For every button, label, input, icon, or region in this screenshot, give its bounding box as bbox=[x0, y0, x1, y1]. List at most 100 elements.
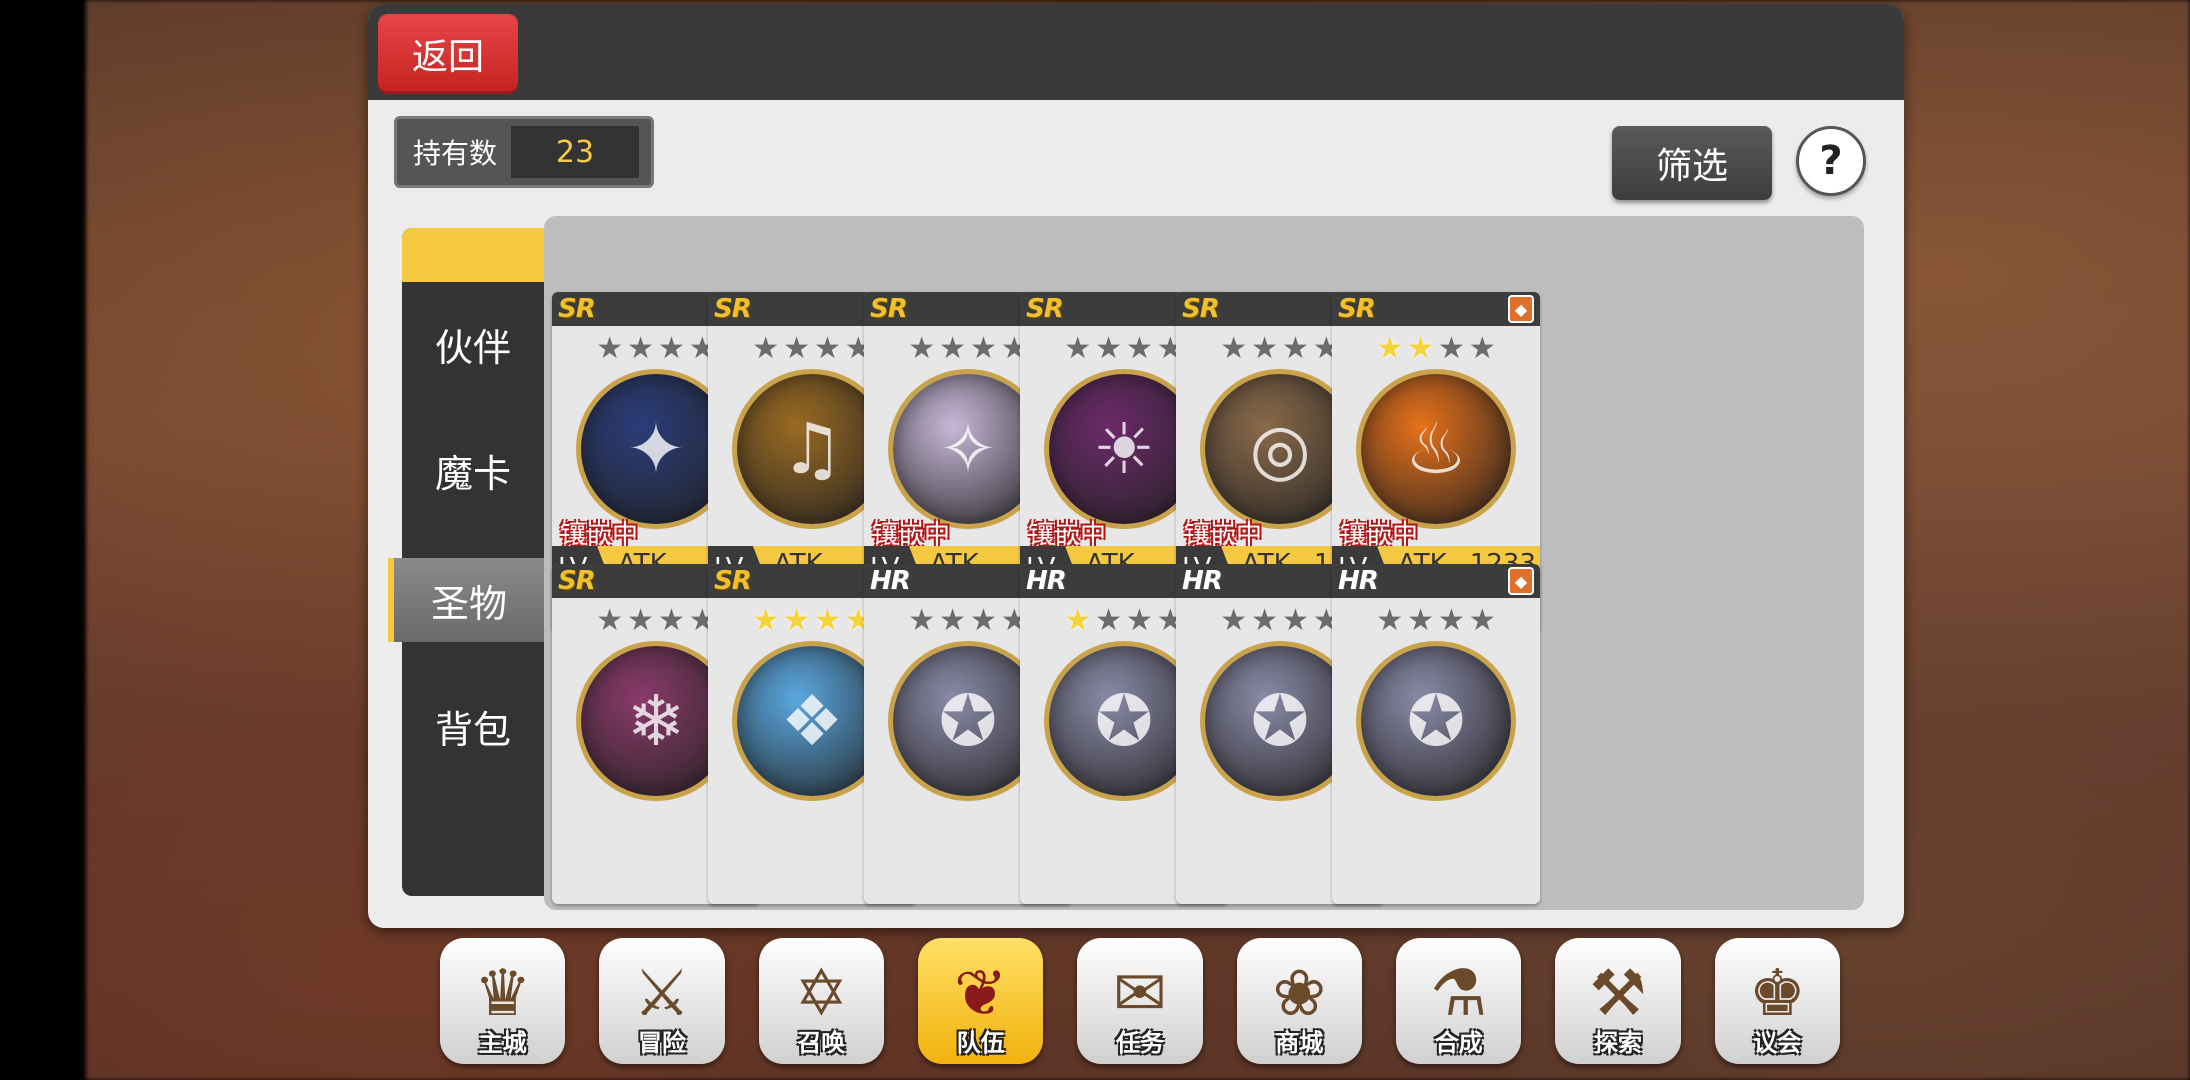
nav-label: 议会 bbox=[1753, 1029, 1802, 1057]
team-emblem-icon: ❦ bbox=[953, 957, 1008, 1031]
tab-partners[interactable]: 伙伴 bbox=[402, 302, 544, 386]
star-rating: ★ ★ ★ ★ bbox=[1332, 332, 1540, 366]
relic-emblem-icon: ✪ bbox=[1361, 646, 1511, 796]
star-icon: ★ bbox=[1126, 331, 1153, 366]
relic-artwork: ♨ bbox=[1346, 364, 1526, 534]
star-icon: ★ bbox=[908, 331, 936, 366]
star-icon: ★ bbox=[627, 331, 654, 366]
bottom-nav-bar: ♛ 主城 ⚔ 冒险 ✡ 召唤 ❦ 队伍 ✉ 任务 ❀ 商城 ⚗ 合成 ⚒ 探索 ♚ 议会 bbox=[440, 938, 1840, 1068]
star-icon: ★ bbox=[752, 603, 780, 638]
top-bar: 返回 bbox=[368, 4, 1904, 100]
star-icon: ★ bbox=[1282, 603, 1309, 638]
relic-inventory-panel: 返回 持有数 23 筛选 ? 伙伴 魔卡 圣物 背包 SR◆★★★★✦镶嵌中AT… bbox=[368, 4, 1904, 928]
rarity-badge: SR bbox=[714, 294, 752, 324]
side-tab-accent bbox=[402, 228, 544, 282]
rarity-badge: SR bbox=[1182, 294, 1220, 324]
council-crest-icon: ♚ bbox=[1748, 957, 1806, 1031]
rarity-badge: SR bbox=[870, 294, 908, 324]
nav-button-potion[interactable]: ⚗ 合成 bbox=[1395, 938, 1522, 1064]
star-icon: ★ bbox=[658, 331, 685, 366]
rarity-badge: HR bbox=[1338, 566, 1379, 596]
nav-button-summon-card[interactable]: ✡ 召唤 bbox=[758, 938, 884, 1064]
star-icon: ★ bbox=[939, 331, 966, 366]
nav-button-castle[interactable]: ♛ 主城 bbox=[440, 938, 566, 1064]
star-icon: ★ bbox=[783, 603, 810, 638]
star-icon: ★ bbox=[596, 331, 624, 366]
star-icon: ★ bbox=[1468, 331, 1496, 366]
rarity-badge: SR bbox=[714, 566, 752, 596]
star-icon: ★ bbox=[1438, 603, 1465, 638]
star-icon: ★ bbox=[1064, 603, 1092, 638]
star-icon: ★ bbox=[1251, 603, 1278, 638]
star-icon: ★ bbox=[970, 331, 997, 366]
castle-icon: ♛ bbox=[473, 957, 532, 1031]
relic-card[interactable]: HR◆★★★★✪ bbox=[1332, 564, 1540, 904]
star-icon: ★ bbox=[1095, 603, 1122, 638]
owned-count-value: 23 bbox=[511, 126, 639, 178]
fire-element-icon: ◆ bbox=[1508, 567, 1534, 595]
swords-icon: ⚔ bbox=[633, 957, 691, 1031]
quest-book-icon: ✉ bbox=[1113, 957, 1167, 1031]
rarity-badge: HR bbox=[1026, 566, 1067, 596]
star-icon: ★ bbox=[939, 603, 966, 638]
tab-magic-cards[interactable]: 魔卡 bbox=[402, 428, 544, 512]
star-icon: ★ bbox=[1064, 331, 1092, 366]
star-icon: ★ bbox=[1126, 603, 1153, 638]
star-icon: ★ bbox=[1095, 331, 1122, 366]
star-icon: ★ bbox=[1220, 331, 1248, 366]
star-icon: ★ bbox=[1376, 603, 1404, 638]
star-icon: ★ bbox=[1376, 331, 1404, 366]
rarity-badge: HR bbox=[1182, 566, 1223, 596]
owned-count-box: 持有数 23 bbox=[394, 116, 654, 188]
nav-label: 任务 bbox=[1115, 1029, 1164, 1057]
star-icon: ★ bbox=[1468, 603, 1496, 638]
star-icon: ★ bbox=[1220, 603, 1248, 638]
nav-button-quest-book[interactable]: ✉ 任务 bbox=[1077, 938, 1203, 1064]
relic-grid: SR◆★★★★✦镶嵌中ATK790HP190LV.40SR◆★★★★♫ATK30… bbox=[544, 216, 1864, 910]
rarity-badge: HR bbox=[870, 566, 911, 596]
nav-label: 召唤 bbox=[797, 1029, 846, 1057]
nav-label: 队伍 bbox=[956, 1029, 1005, 1057]
star-icon: ★ bbox=[783, 331, 810, 366]
star-icon: ★ bbox=[1407, 603, 1434, 638]
help-button[interactable]: ? bbox=[1796, 126, 1866, 196]
back-button[interactable]: 返回 bbox=[378, 14, 518, 94]
star-rating: ★ ★ ★ ★ bbox=[1332, 604, 1540, 638]
star-icon: ★ bbox=[1251, 331, 1278, 366]
star-icon: ★ bbox=[1407, 331, 1434, 366]
relic-artwork: ✪ bbox=[1346, 636, 1526, 806]
nav-label: 冒险 bbox=[637, 1029, 686, 1057]
fire-element-icon: ◆ bbox=[1508, 295, 1534, 323]
nav-button-shop-tree[interactable]: ❀ 商城 bbox=[1236, 938, 1362, 1064]
star-icon: ★ bbox=[1438, 331, 1465, 366]
side-tab-bar: 伙伴 魔卡 圣物 背包 bbox=[388, 228, 544, 896]
star-icon: ★ bbox=[970, 603, 997, 638]
star-icon: ★ bbox=[814, 331, 841, 366]
tab-bag[interactable]: 背包 bbox=[402, 684, 544, 768]
nav-button-shovel[interactable]: ⚒ 探索 bbox=[1555, 938, 1681, 1064]
tab-relics[interactable]: 圣物 bbox=[388, 558, 544, 642]
star-icon: ★ bbox=[627, 603, 654, 638]
star-icon: ★ bbox=[596, 603, 624, 638]
owned-count-label: 持有数 bbox=[413, 137, 498, 170]
nav-label: 合成 bbox=[1434, 1029, 1483, 1057]
card-header: SR ◆ bbox=[1332, 292, 1540, 326]
shop-tree-icon: ❀ bbox=[1272, 957, 1327, 1031]
star-icon: ★ bbox=[1282, 331, 1309, 366]
potion-icon: ⚗ bbox=[1429, 957, 1488, 1031]
nav-button-council-crest[interactable]: ♚ 议会 bbox=[1714, 938, 1840, 1064]
rarity-badge: SR bbox=[1026, 294, 1064, 324]
card-header: HR ◆ bbox=[1332, 564, 1540, 598]
rarity-badge: SR bbox=[558, 294, 596, 324]
star-icon: ★ bbox=[752, 331, 780, 366]
star-icon: ★ bbox=[814, 603, 841, 638]
summon-card-icon: ✡ bbox=[794, 957, 849, 1031]
nav-label: 商城 bbox=[1275, 1029, 1324, 1057]
relic-emblem-icon: ♨ bbox=[1361, 374, 1511, 524]
filter-button[interactable]: 筛选 bbox=[1612, 126, 1772, 200]
nav-button-team-emblem[interactable]: ❦ 队伍 bbox=[917, 938, 1044, 1064]
nav-button-swords[interactable]: ⚔ 冒险 bbox=[599, 938, 725, 1064]
shovel-icon: ⚒ bbox=[1589, 957, 1647, 1031]
nav-label: 探索 bbox=[1593, 1029, 1642, 1057]
rarity-badge: SR bbox=[1338, 294, 1376, 324]
